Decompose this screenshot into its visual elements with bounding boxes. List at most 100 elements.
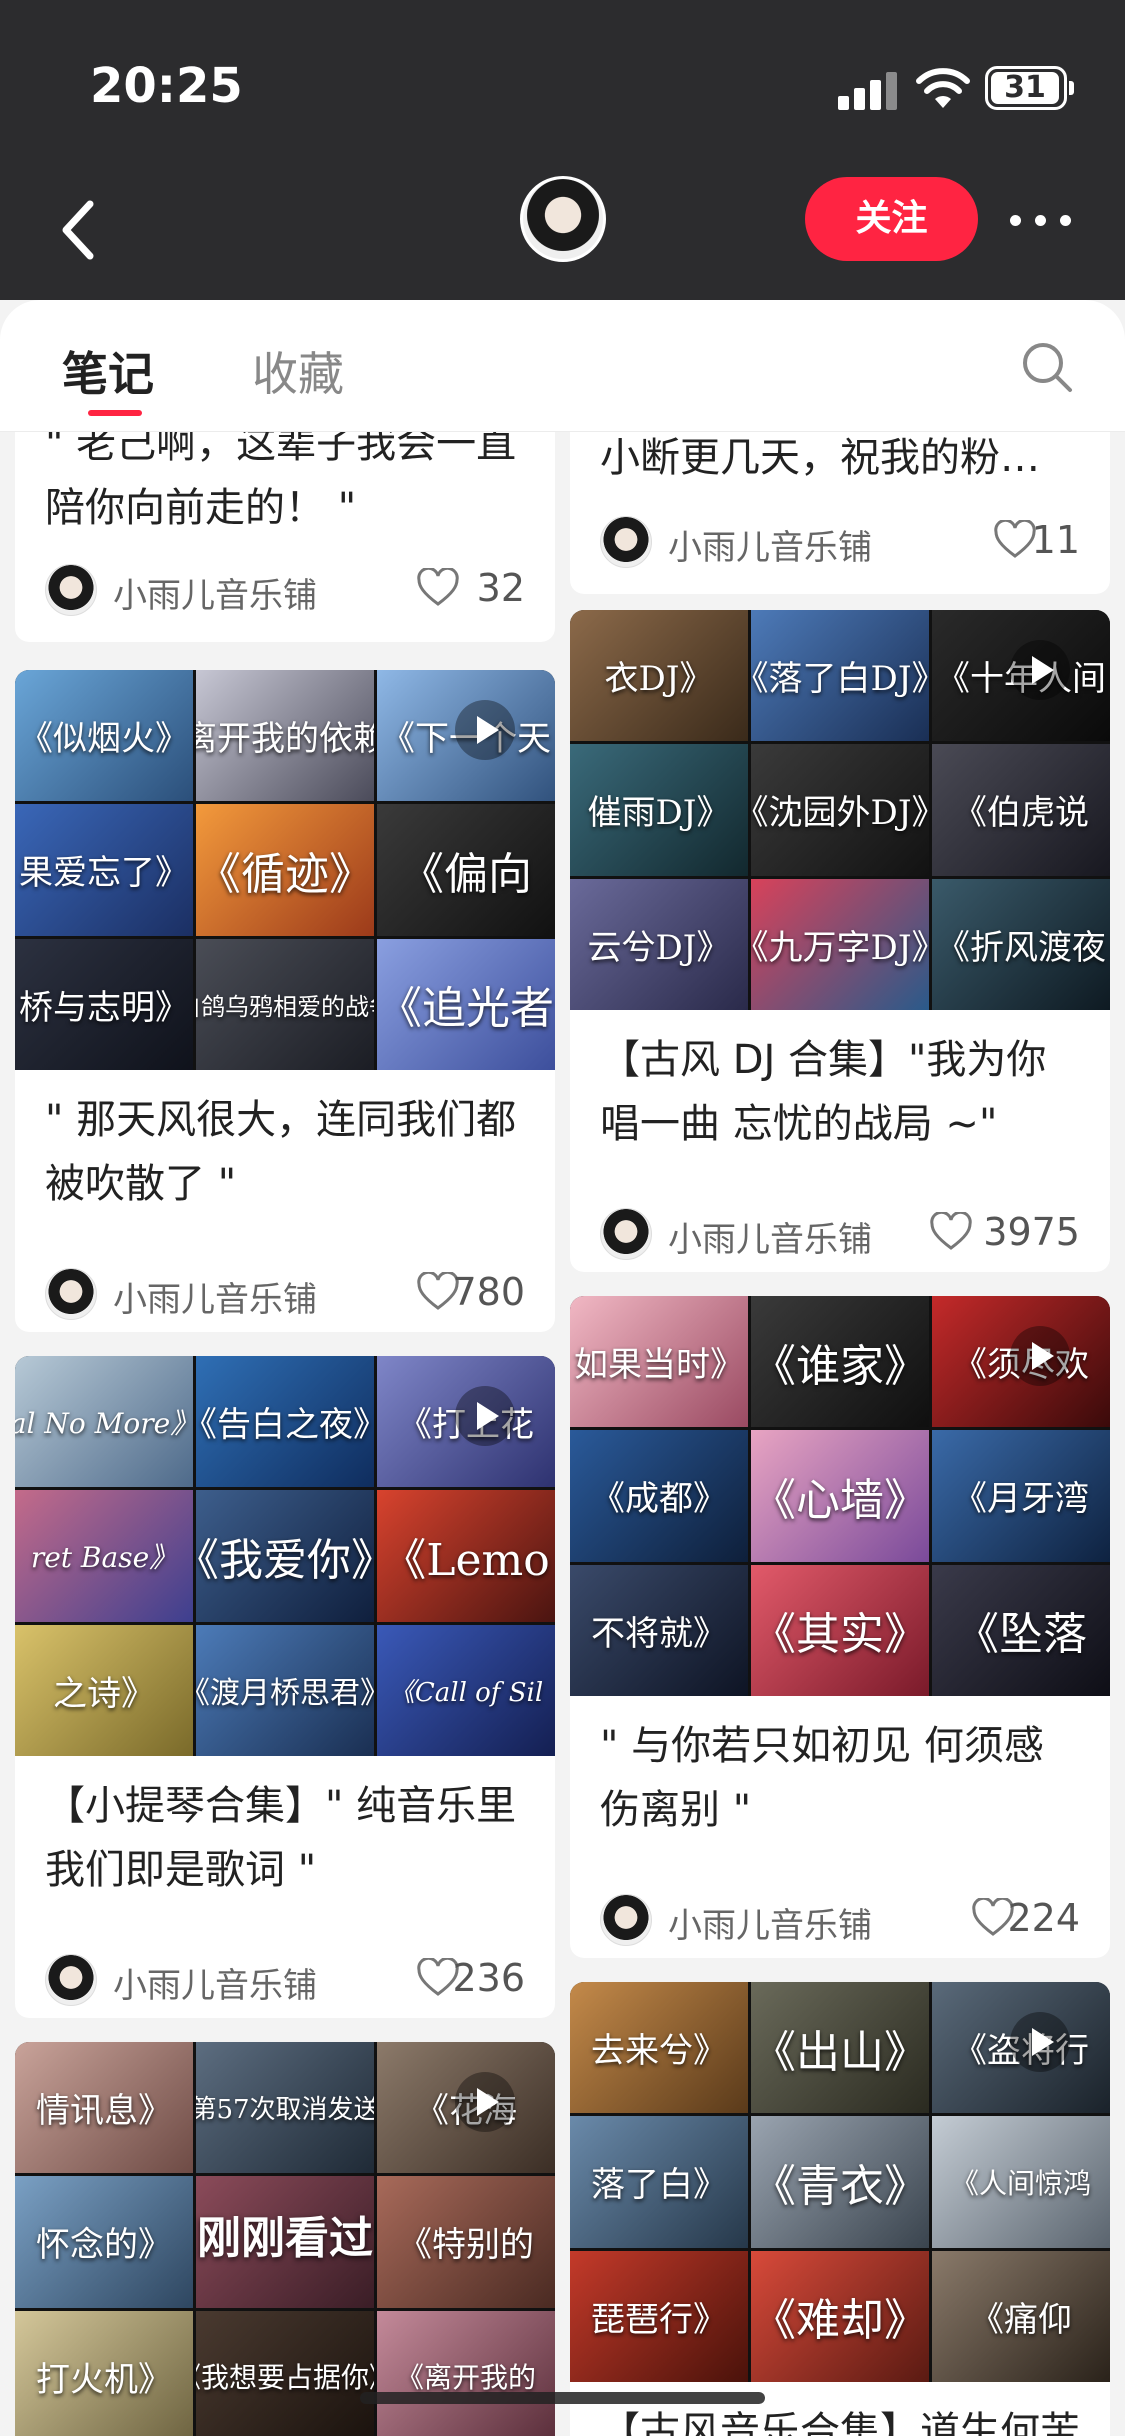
cover-tile: 《青衣》 xyxy=(751,2116,929,2248)
cover-tile: 《落了白DJ》 xyxy=(751,610,929,742)
note-card[interactable]: al No More》 《告白之夜》 《打上花 ret Base》 《我爱你》 … xyxy=(15,1356,555,2018)
like-count: 236 xyxy=(452,1956,525,2000)
author-name: 小雨儿音乐铺 xyxy=(113,576,317,616)
cover-tile: 《循迹》 xyxy=(196,804,374,936)
cover-tile: 云兮DJ》 xyxy=(570,878,748,1010)
note-meta: 小雨儿音乐铺 32 xyxy=(15,554,555,624)
cover-tile: 不将就》 xyxy=(570,1564,748,1696)
note-card[interactable]: " 老己啊，这辈子我会一直陪你向前走的！ " 小雨儿音乐铺 32 xyxy=(15,432,555,642)
like-count: 780 xyxy=(452,1270,525,1314)
avatar xyxy=(600,1894,652,1946)
note-title: " 老己啊，这辈子我会一直陪你向前走的！ " xyxy=(45,432,517,531)
cover-tile: 《人间惊鸿 xyxy=(932,2116,1110,2248)
clock: 20:25 xyxy=(90,58,243,114)
cover-tile: 如果当时》 xyxy=(570,1296,748,1428)
like-count: 32 xyxy=(476,566,525,610)
tab-active-indicator xyxy=(88,410,142,416)
cover-tile: 去来兮》 xyxy=(570,1982,748,2114)
cover-tile: 《白鸽乌鸦相爱的战争》 xyxy=(196,938,374,1070)
note-meta: 小雨儿音乐铺 224 xyxy=(570,1884,1110,1954)
note-meta: 小雨儿音乐铺 3975 xyxy=(570,1198,1110,1268)
more-horizontal-icon[interactable] xyxy=(1010,215,1072,227)
cover-tile: 《偏向 xyxy=(377,804,555,936)
note-card[interactable]: 情讯息》 《第57次取消发送》 《花海 怀念的》 《特别的 打火机》 《我想要占… xyxy=(15,2042,555,2436)
cover-tile: 催雨DJ》 xyxy=(570,744,748,876)
avatar xyxy=(45,564,97,616)
cover-tile: 《心墙》 xyxy=(751,1430,929,1562)
avatar xyxy=(600,516,652,568)
cover-tile: 衣DJ》 xyxy=(570,610,748,742)
note-title: 【小提琴合集】" 纯音乐里我们即是歌词 " xyxy=(45,1783,517,1893)
note-cover: 情讯息》 《第57次取消发送》 《花海 怀念的》 《特别的 打火机》 《我想要占… xyxy=(15,2042,555,2436)
cover-tile: 《告白之夜》 xyxy=(196,1356,374,1488)
cover-tile: 琵琶行》 xyxy=(570,2250,748,2382)
play-icon xyxy=(1010,640,1070,700)
battery-level: 31 xyxy=(991,72,1059,104)
note-title: 【古风 DJ 合集】"我为你唱一曲 忘忧的战局 ~" xyxy=(600,1037,1047,1147)
play-icon xyxy=(455,700,515,760)
cover-tile: 果爱忘了》 xyxy=(15,804,193,936)
home-indicator[interactable] xyxy=(360,2392,765,2404)
play-icon xyxy=(455,1386,515,1446)
note-meta: 小雨儿音乐铺 236 xyxy=(15,1944,555,2014)
cover-tile: 《坠落 xyxy=(932,1564,1110,1696)
note-meta: 小雨儿音乐铺 11 xyxy=(570,506,1110,576)
cover-tile: al No More》 xyxy=(15,1356,193,1488)
note-title: 小断更几天，祝我的粉… xyxy=(600,435,1040,481)
note-cover: 去来兮》 《出山》 《盗将行 落了白》 《青衣》 《人间惊鸿 琵琶行》 《难却》… xyxy=(570,1982,1110,2382)
author-name: 小雨儿音乐铺 xyxy=(668,528,872,568)
cover-tile: 桥与志明》 xyxy=(15,938,193,1070)
signal-icon xyxy=(838,72,898,110)
heart-icon[interactable] xyxy=(994,520,1036,560)
note-meta: 小雨儿音乐铺 780 xyxy=(15,1258,555,1328)
note-card[interactable]: 去来兮》 《出山》 《盗将行 落了白》 《青衣》 《人间惊鸿 琵琶行》 《难却》… xyxy=(570,1982,1110,2436)
play-icon xyxy=(1010,2012,1070,2072)
like-count: 224 xyxy=(1007,1896,1080,1940)
cover-tile: 《第57次取消发送》 xyxy=(196,2042,374,2174)
note-title: " 那天风很大，连同我们都被吹散了 " xyxy=(45,1097,517,1207)
cover-tile: 《离开我的依赖》 xyxy=(196,670,374,802)
author-name: 小雨儿音乐铺 xyxy=(668,1220,872,1260)
cover-tile: 《追光者 xyxy=(377,938,555,1070)
battery-icon: 31 xyxy=(985,66,1074,110)
cover-tile: 《伯虎说 xyxy=(932,744,1110,876)
cover-tile: 《出山》 xyxy=(751,1982,929,2114)
note-cover: 如果当时》 《谁家》 《须尽欢 《成都》 《心墙》 《月牙湾 不将就》 《其实》… xyxy=(570,1296,1110,1696)
cover-tile: 《渡月桥思君》 xyxy=(196,1624,374,1756)
avatar xyxy=(45,1954,97,2006)
author-name: 小雨儿音乐铺 xyxy=(113,1280,317,1320)
note-card[interactable]: 《似烟火》 《离开我的依赖》 《下一个天 果爱忘了》 《循迹》 《偏向 桥与志明… xyxy=(15,670,555,1332)
note-card[interactable]: 衣DJ》 《落了白DJ》 《十年人间 催雨DJ》 《沈园外DJ》 《伯虎说 云兮… xyxy=(570,610,1110,1272)
cover-tile: ret Base》 xyxy=(15,1490,193,1622)
profile-tabs: 笔记 收藏 xyxy=(0,300,1125,432)
cover-tile: 《谁家》 xyxy=(751,1296,929,1428)
heart-icon[interactable] xyxy=(417,568,459,608)
avatar xyxy=(600,1208,652,1260)
cover-tile: 《沈园外DJ》 xyxy=(751,744,929,876)
follow-button[interactable]: 关注 xyxy=(805,177,978,261)
wifi-icon xyxy=(916,68,970,108)
profile-nav-bar: 关注 xyxy=(0,170,1125,300)
cover-tile: 打火机》 xyxy=(15,2310,193,2436)
note-card[interactable]: 如果当时》 《谁家》 《须尽欢 《成都》 《心墙》 《月牙湾 不将就》 《其实》… xyxy=(570,1296,1110,1958)
like-count: 3975 xyxy=(983,1210,1080,1254)
like-count: 11 xyxy=(1031,518,1080,562)
heart-icon[interactable] xyxy=(930,1212,972,1252)
author-name: 小雨儿音乐铺 xyxy=(668,1906,872,1946)
avatar[interactable] xyxy=(520,176,606,262)
cover-tile: 《难却》 xyxy=(751,2250,929,2382)
note-cover: 衣DJ》 《落了白DJ》 《十年人间 催雨DJ》 《沈园外DJ》 《伯虎说 云兮… xyxy=(570,610,1110,1010)
notes-feed: " 老己啊，这辈子我会一直陪你向前走的！ " 小雨儿音乐铺 32 《似烟火》 《… xyxy=(0,432,1125,2436)
cover-tile: 《其实》 xyxy=(751,1564,929,1696)
cover-tile: 《痛仰 xyxy=(932,2250,1110,2382)
note-cover: al No More》 《告白之夜》 《打上花 ret Base》 《我爱你》 … xyxy=(15,1356,555,1756)
chevron-left-icon[interactable] xyxy=(50,190,110,270)
author-name: 小雨儿音乐铺 xyxy=(113,1966,317,2006)
cover-tile: 《成都》 xyxy=(570,1430,748,1562)
note-title: 【古风音乐合集】道生何苦 xyxy=(600,2409,1080,2436)
search-icon[interactable] xyxy=(1020,340,1074,394)
cover-tile: 《我爱你》 xyxy=(196,1490,374,1622)
tab-notes[interactable]: 笔记 xyxy=(62,338,154,404)
tab-favorites[interactable]: 收藏 xyxy=(252,338,344,404)
note-card[interactable]: 小断更几天，祝我的粉… 小雨儿音乐铺 11 xyxy=(570,432,1110,594)
